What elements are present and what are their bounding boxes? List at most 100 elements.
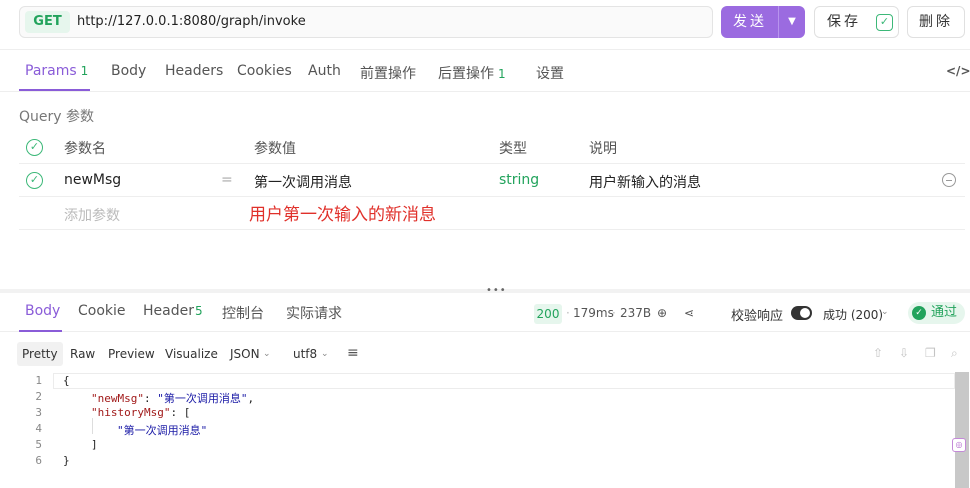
json-string: "第一次调用消息" — [117, 424, 208, 437]
tab-badge: 1 — [498, 67, 506, 81]
editor-scrollbar[interactable] — [955, 372, 969, 488]
indent-guide — [92, 418, 93, 434]
chevron-down-icon[interactable]: ⌄ — [881, 307, 889, 317]
col-header-value: 参数值 — [254, 141, 296, 157]
param-value[interactable]: 第一次调用消息 — [254, 172, 352, 192]
validate-label: 校验响应 — [731, 309, 784, 324]
red-annotation-text: 用户第一次输入的新消息 — [249, 205, 436, 225]
tab-badge: 1 — [80, 64, 89, 78]
format-type-select[interactable]: JSON — [230, 342, 260, 366]
tab-label[interactable]: Header — [143, 303, 194, 319]
json-punct: , — [247, 392, 255, 405]
tab-pre-ops[interactable]: 前置操作 — [360, 63, 416, 83]
response-time: 179ms — [573, 306, 614, 320]
method-select[interactable]: GET — [25, 11, 70, 33]
resp-tab-actual-request[interactable]: 实际请求 — [286, 303, 342, 323]
col-header-desc: 说明 — [589, 141, 617, 157]
tab-label[interactable]: 后置操作 — [438, 66, 494, 82]
json-key: "historyMsg" — [91, 406, 171, 419]
pass-label: 通过 — [931, 305, 958, 320]
send-button[interactable]: 发送 ▼ — [721, 6, 805, 38]
select-all-checkbox[interactable]: ✓ — [26, 139, 43, 156]
check-icon: ✓ — [912, 306, 926, 320]
code-line: } — [63, 454, 70, 467]
globe-icon[interactable]: ⊕ — [657, 306, 667, 320]
chevron-down-icon[interactable]: ▼ — [779, 6, 805, 38]
param-row: ✓ newMsg = 第一次调用消息 string 用户新输入的消息 — [19, 164, 965, 197]
drag-handle-icon[interactable]: ••• — [486, 285, 507, 296]
tab-params[interactable]: Params 1 — [25, 63, 88, 79]
current-line-highlight — [53, 373, 955, 389]
panel-divider[interactable] — [0, 289, 970, 293]
col-header-name: 参数名 — [64, 141, 106, 157]
tab-headers[interactable]: Headers — [165, 63, 223, 79]
add-param-row: 添加参数 — [19, 197, 965, 230]
tab-auth[interactable]: Auth — [308, 63, 341, 79]
save-button[interactable]: 保存 ✓ — [814, 6, 899, 38]
tab-cookies[interactable]: Cookies — [237, 63, 292, 79]
json-punct: [ — [183, 406, 191, 419]
param-type[interactable]: string — [499, 172, 539, 188]
chevron-down-icon[interactable]: ⌄ — [263, 342, 271, 366]
json-sep: : — [143, 392, 158, 405]
param-enabled-checkbox[interactable]: ✓ — [26, 172, 43, 189]
url-input[interactable]: http://127.0.0.1:8080/graph/invoke — [77, 14, 306, 29]
search-icon[interactable]: ⌕ — [951, 346, 958, 361]
send-label[interactable]: 发送 — [721, 6, 779, 38]
code-brackets-icon[interactable]: </> — [946, 64, 970, 78]
tab-badge: 5 — [194, 304, 203, 318]
response-size: 237B — [620, 306, 652, 320]
tab-post-ops[interactable]: 后置操作 1 — [438, 63, 506, 83]
status-badge: 200 — [534, 304, 562, 324]
param-desc[interactable]: 用户新输入的消息 — [589, 172, 701, 192]
pass-badge: ✓ 通过 — [908, 302, 965, 324]
validate-toggle[interactable] — [791, 306, 812, 320]
wrap-lines-icon[interactable]: ≡ — [347, 345, 359, 361]
line-number: 6 — [35, 454, 42, 467]
tab-label[interactable]: Params — [25, 63, 77, 79]
request-tabs: Params 1 Body Headers Cookies Auth 前置操作 后… — [0, 56, 970, 92]
meta-dot: · — [612, 306, 616, 320]
chevron-down-icon[interactable]: ⌄ — [321, 342, 329, 366]
share-icon[interactable]: ⋖ — [684, 306, 694, 320]
response-editor[interactable]: 1 2 3 4 5 6 { "newMsg": "第一次调用消息", "hist… — [0, 372, 970, 488]
line-number: 2 — [35, 390, 42, 403]
result-select[interactable]: 成功 (200) — [823, 306, 883, 323]
delete-button[interactable]: 删除 — [907, 6, 965, 38]
json-sep: : — [170, 406, 184, 419]
meta-dot: · — [566, 306, 570, 320]
line-number: 1 — [35, 374, 42, 387]
minus-circle-icon[interactable] — [942, 173, 956, 187]
url-input-box[interactable]: GET http://127.0.0.1:8080/graph/invoke — [19, 6, 713, 38]
code-line: "newMsg": "第一次调用消息", — [91, 390, 254, 406]
json-key: "newMsg" — [91, 392, 144, 405]
encoding-select[interactable]: utf8 — [293, 342, 317, 366]
save-label[interactable]: 保存 — [827, 7, 861, 37]
format-pretty[interactable]: Pretty — [17, 342, 63, 366]
param-name[interactable]: newMsg — [64, 172, 121, 188]
resp-tab-console[interactable]: 控制台 — [222, 303, 264, 323]
code-line: "historyMsg": [ — [91, 406, 190, 419]
active-tab-underline — [19, 330, 62, 332]
download-icon[interactable]: ⇩ — [899, 346, 909, 360]
line-number: 3 — [35, 406, 42, 419]
add-param-input[interactable]: 添加参数 — [64, 205, 120, 225]
format-visualize[interactable]: Visualize — [165, 342, 218, 366]
active-tab-underline — [19, 89, 90, 91]
code-line: { — [63, 374, 70, 387]
check-icon[interactable]: ✓ — [876, 14, 893, 31]
resp-tab-header[interactable]: Header5 — [143, 303, 203, 319]
assistant-icon[interactable]: ◎ — [952, 438, 966, 452]
params-header-row: ✓ 参数名 参数值 类型 说明 — [19, 130, 965, 164]
copy-icon[interactable]: ❐ — [925, 346, 936, 360]
tab-body[interactable]: Body — [111, 63, 146, 79]
upload-icon[interactable]: ⇧ — [873, 346, 883, 360]
code-line: ] — [91, 438, 98, 451]
request-bar: GET http://127.0.0.1:8080/graph/invoke 发… — [0, 0, 970, 50]
resp-tab-cookie[interactable]: Cookie — [78, 303, 126, 319]
tab-settings[interactable]: 设置 — [536, 63, 564, 83]
param-equals: = — [221, 172, 233, 188]
resp-tab-body[interactable]: Body — [25, 303, 60, 319]
format-preview[interactable]: Preview — [108, 342, 155, 366]
format-raw[interactable]: Raw — [70, 342, 95, 366]
